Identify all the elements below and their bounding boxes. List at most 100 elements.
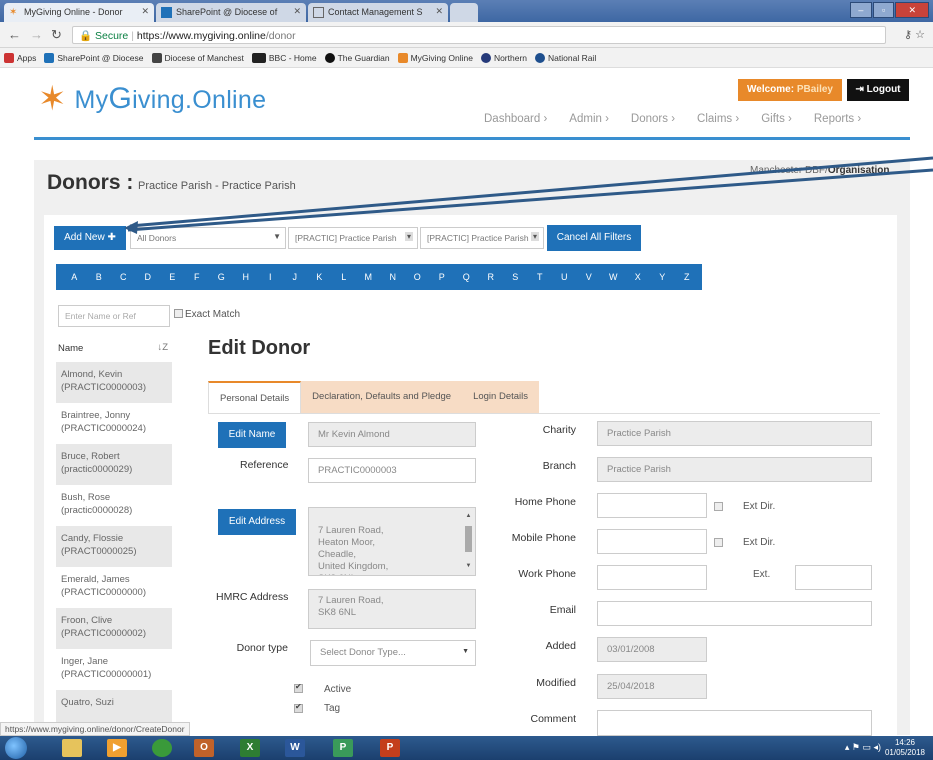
alpha-letter-g[interactable]: G	[209, 272, 234, 282]
alpha-letter-y[interactable]: Y	[650, 272, 675, 282]
bookmark-northern[interactable]: Northern	[480, 52, 527, 63]
list-item[interactable]: Braintree, Jonny (PRACTIC0000024)	[56, 403, 172, 444]
email-field[interactable]	[597, 601, 872, 626]
file-explorer-icon[interactable]	[62, 739, 82, 757]
alpha-letter-m[interactable]: M	[356, 272, 381, 282]
alpha-letter-x[interactable]: X	[626, 272, 651, 282]
alpha-letter-l[interactable]: L	[332, 272, 357, 282]
publisher-icon[interactable]: P	[333, 739, 353, 757]
list-item[interactable]: Emerald, James (PRACTIC0000000)	[56, 567, 172, 608]
logout-button[interactable]: ⇥ Logout	[847, 79, 909, 101]
mygiving-logo[interactable]: ✶ MyGiving.Online	[38, 82, 266, 116]
donor-type-select[interactable]: Select Donor Type... ▼	[310, 640, 476, 666]
work-phone-field[interactable]	[597, 565, 707, 590]
reference-field[interactable]: PRACTIC0000003	[308, 458, 476, 483]
nav-claims[interactable]: Claims ›	[697, 113, 739, 125]
active-checkbox[interactable]	[294, 682, 303, 693]
close-icon[interactable]: ✕	[435, 6, 443, 17]
alpha-letter-w[interactable]: W	[601, 272, 626, 282]
list-header[interactable]: Name ↓Z	[58, 342, 170, 354]
nav-gifts[interactable]: Gifts ›	[761, 113, 792, 125]
list-item[interactable]: Bruce, Robert (practic0000029)	[56, 444, 172, 485]
tag-checkbox[interactable]	[294, 702, 303, 713]
alpha-letter-a[interactable]: A	[62, 272, 87, 282]
chrome-icon[interactable]	[152, 739, 172, 757]
home-phone-field[interactable]	[597, 493, 707, 518]
add-new-button[interactable]: Add New ✚	[54, 226, 126, 250]
bookmark-national-rail[interactable]: National Rail	[535, 52, 596, 63]
edit-address-button[interactable]: Edit Address	[218, 509, 296, 535]
bookmark-sharepoint[interactable]: SharePoint @ Diocese	[44, 52, 144, 63]
alpha-letter-s[interactable]: S	[503, 272, 528, 282]
maximize-button[interactable]: ▫	[872, 2, 895, 18]
alpha-letter-r[interactable]: R	[479, 272, 504, 282]
key-star-icons[interactable]: ⚷ ☆	[904, 28, 925, 41]
back-arrow-icon[interactable]: ←	[8, 27, 21, 42]
cancel-all-filters-button[interactable]: Cancel All Filters	[547, 225, 641, 251]
list-item[interactable]: Almond, Kevin (PRACTIC0000003)	[56, 362, 172, 403]
ext-field[interactable]	[795, 565, 872, 590]
url-input[interactable]: 🔒 Secure | https://www.mygiving.online/d…	[72, 26, 886, 44]
comment-field[interactable]	[597, 710, 872, 736]
bookmark-diocese[interactable]: Diocese of Manchest	[151, 52, 244, 63]
powerpoint-icon[interactable]: P	[380, 739, 400, 757]
exact-match-toggle[interactable]: Exact Match	[174, 309, 240, 320]
alpha-letter-d[interactable]: D	[136, 272, 161, 282]
alpha-letter-q[interactable]: Q	[454, 272, 479, 282]
bookmark-mygiving[interactable]: MyGiving Online	[397, 52, 473, 63]
nav-reports[interactable]: Reports ›	[814, 113, 861, 125]
bookmark-guardian[interactable]: The Guardian	[324, 52, 390, 63]
sort-icon[interactable]: ↓Z	[157, 342, 168, 353]
nav-donors[interactable]: Donors ›	[631, 113, 675, 125]
address-textarea[interactable]: 7 Lauren Road, Heaton Moor, Cheadle, Uni…	[308, 507, 476, 576]
list-item[interactable]: Inger, Jane (PRACTIC00000001)	[56, 649, 172, 690]
alpha-letter-h[interactable]: H	[234, 272, 259, 282]
parish-filter-1[interactable]: [PRACTIC] Practice Parish ▾	[288, 227, 418, 249]
alpha-letter-p[interactable]: P	[430, 272, 455, 282]
tab-login-details[interactable]: Login Details	[462, 381, 539, 413]
clock[interactable]: 14:26 01/05/2018	[885, 738, 925, 758]
tab-mygiving[interactable]: ✶ MyGiving Online - Donor ✕	[4, 3, 154, 22]
nav-admin[interactable]: Admin ›	[569, 113, 609, 125]
home-ext-dir-checkbox[interactable]	[714, 502, 723, 511]
new-tab-button[interactable]	[450, 3, 478, 22]
alpha-letter-c[interactable]: C	[111, 272, 136, 282]
parish-filter-2[interactable]: [PRACTIC] Practice Parish ▾	[420, 227, 544, 249]
alpha-letter-n[interactable]: N	[381, 272, 406, 282]
alpha-letter-z[interactable]: Z	[675, 272, 700, 282]
alpha-letter-b[interactable]: B	[87, 272, 112, 282]
word-icon[interactable]: W	[285, 739, 305, 757]
mobile-phone-field[interactable]	[597, 529, 707, 554]
forward-arrow-icon[interactable]: →	[30, 27, 43, 42]
alpha-letter-j[interactable]: J	[283, 272, 308, 282]
media-player-icon[interactable]: ▶	[107, 739, 127, 757]
donor-filter-select[interactable]: All Donors ▼	[130, 227, 286, 249]
mobile-ext-dir-checkbox[interactable]	[714, 538, 723, 547]
outlook-icon[interactable]: O	[194, 739, 214, 757]
alpha-letter-u[interactable]: U	[552, 272, 577, 282]
tab-declaration[interactable]: Declaration, Defaults and Pledge	[301, 381, 463, 413]
bookmark-bbc[interactable]: BBC - Home	[251, 52, 317, 63]
close-icon[interactable]: ✕	[141, 6, 149, 17]
excel-icon[interactable]: X	[240, 739, 260, 757]
address-scrollbar[interactable]: ▲ ▼	[465, 512, 472, 569]
tab-sharepoint[interactable]: SharePoint @ Diocese of ✕	[156, 3, 306, 22]
list-item[interactable]: Candy, Flossie (PRACT0000025)	[56, 526, 172, 567]
system-tray[interactable]: ▴ ⚑ ▭ ◂)	[845, 742, 881, 753]
alpha-letter-t[interactable]: T	[528, 272, 553, 282]
minimize-button[interactable]: –	[850, 2, 872, 18]
tab-contact-management[interactable]: Contact Management S ✕	[308, 3, 448, 22]
alpha-letter-o[interactable]: O	[405, 272, 430, 282]
list-item[interactable]: Froon, Clive (PRACTIC0000002)	[56, 608, 172, 649]
alpha-letter-f[interactable]: F	[185, 272, 210, 282]
close-icon[interactable]: ✕	[293, 6, 301, 17]
edit-name-button[interactable]: Edit Name	[218, 422, 286, 448]
organisation-breadcrumb[interactable]: Manchester DBF/Organisation	[750, 165, 890, 176]
alpha-letter-e[interactable]: E	[160, 272, 185, 282]
window-close-button[interactable]: ✕	[895, 2, 929, 18]
tab-personal-details[interactable]: Personal Details	[208, 381, 302, 413]
exact-match-checkbox[interactable]	[174, 309, 183, 318]
alpha-letter-v[interactable]: V	[577, 272, 602, 282]
search-input[interactable]: Enter Name or Ref	[58, 305, 170, 327]
nav-dashboard[interactable]: Dashboard ›	[484, 113, 547, 125]
